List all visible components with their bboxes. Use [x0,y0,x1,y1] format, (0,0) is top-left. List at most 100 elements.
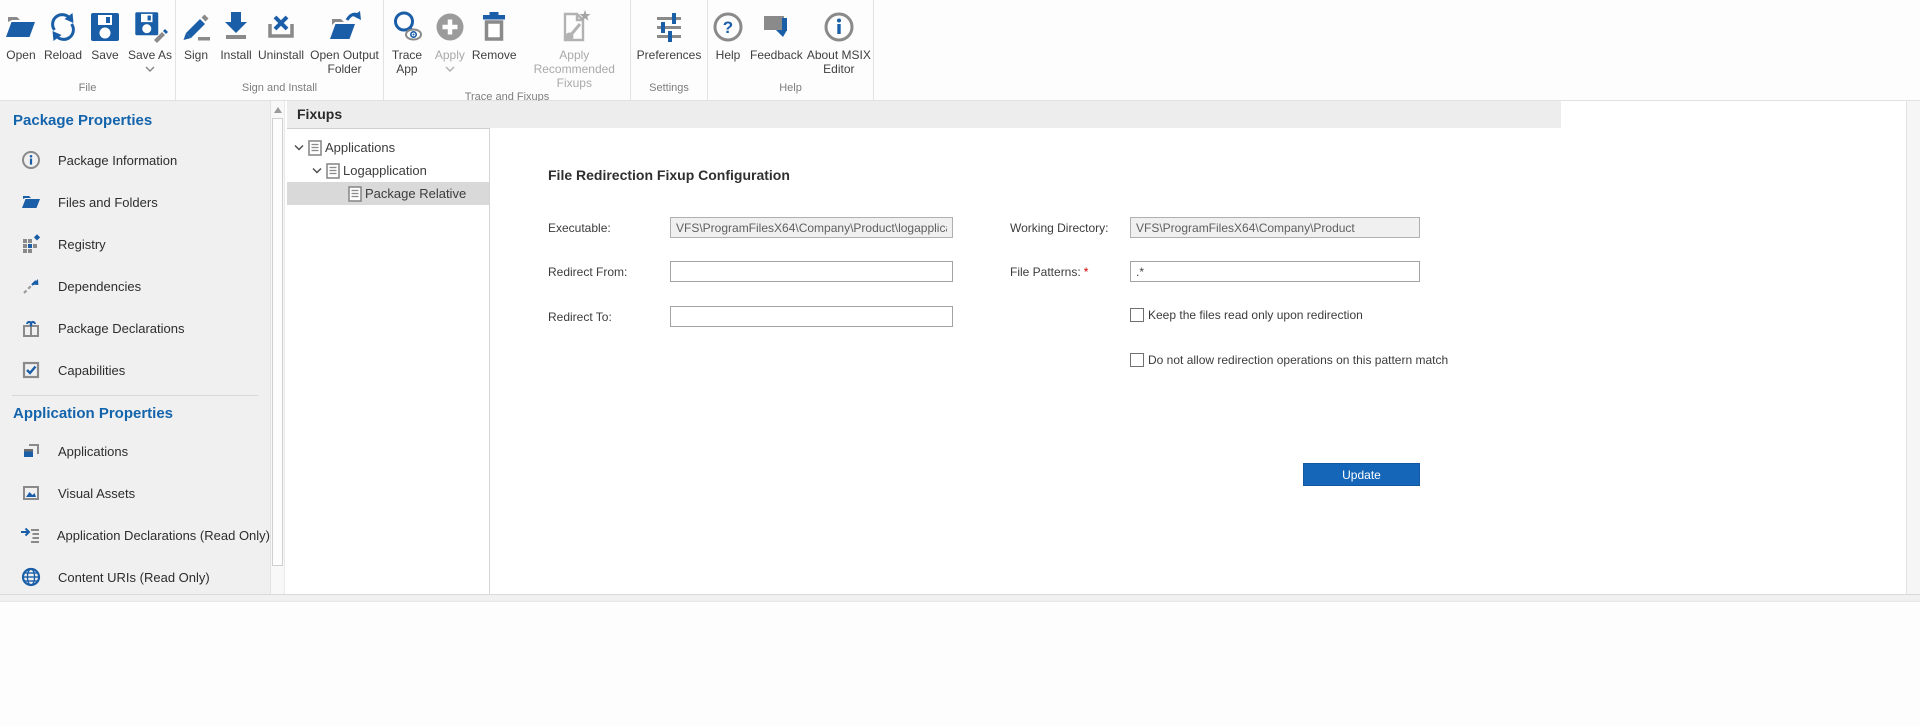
button-label: Reload [44,48,82,62]
sidebar-item-applications[interactable]: Applications [0,430,270,472]
sidebar-item-registry[interactable]: Registry [0,223,270,265]
file-patterns-input[interactable] [1130,261,1420,282]
sidebar-item-capabilities[interactable]: Capabilities [0,349,270,391]
button-label: Save [91,48,118,62]
remove-trash-icon [476,6,512,48]
tree-node-package-relative[interactable]: Package Relative [287,182,489,205]
ribbon-group-label: Sign and Install [176,82,383,100]
sidebar-item-label: Package Declarations [58,321,184,336]
sidebar-section-header: Application Properties [0,396,270,430]
sidebar-item-label: Applications [58,444,128,459]
about-msix-editor-button[interactable]: About MSIX Editor [805,5,873,77]
main-vertical-scrollbar[interactable] [1906,101,1920,594]
sign-pencil-icon [178,6,214,48]
ribbon-group-help: ? Help Feedback About MSIX Editor [708,0,874,100]
uninstall-button[interactable]: Uninstall [256,5,306,63]
trace-app-button[interactable]: Trace App [384,5,430,77]
empty-area-below-window [0,602,1920,727]
sign-button[interactable]: Sign [176,5,216,63]
button-label: Uninstall [258,48,304,62]
keep-read-only-checkbox[interactable]: Keep the files read only upon redirectio… [1130,308,1363,322]
remove-button[interactable]: Remove [470,5,519,63]
executable-label: Executable: [548,221,611,235]
save-button[interactable]: Save [85,5,125,63]
sidebar-item-package-information[interactable]: Package Information [0,139,270,181]
working-directory-label: Working Directory: [1010,221,1108,235]
document-node-icon [308,140,325,156]
form-title: File Redirection Fixup Configuration [548,167,790,183]
sidebar-item-dependencies[interactable]: Dependencies [0,265,270,307]
document-node-icon [326,163,343,179]
sidebar-item-visual-assets[interactable]: Visual Assets [0,472,270,514]
package-information-icon [20,149,42,171]
help-icon: ? [710,6,746,48]
no-redirect-operations-checkbox[interactable]: Do not allow redirection operations on t… [1130,353,1448,367]
recommended-fixups-icon [556,6,592,48]
install-button[interactable]: Install [216,5,256,63]
checkbox-label: Do not allow redirection operations on t… [1148,353,1448,367]
button-label: Apply Recommended Fixups [521,48,628,90]
sidebar-scrollbar[interactable] [270,101,285,594]
open-button[interactable]: Open [1,5,41,63]
visual-assets-icon [20,482,42,504]
chevron-down-icon[interactable] [294,144,308,151]
open-output-folder-button[interactable]: Open Output Folder [306,5,383,77]
registry-icon [20,233,42,255]
app-window: Open Reload Save [0,0,1920,727]
fixups-panel-header: Fixups [287,101,1561,128]
button-label: About MSIX Editor [807,48,871,76]
tree-node-logapplication[interactable]: Logapplication [287,159,489,182]
save-as-button[interactable]: Save As [126,5,174,73]
sidebar-item-files-and-folders[interactable]: Files and Folders [0,181,270,223]
sidebar-item-label: Visual Assets [58,486,135,501]
fixups-tree: Applications Logapplication Package Rela… [287,128,490,594]
preferences-sliders-icon [651,6,687,48]
tree-node-label: Logapplication [343,163,427,178]
sidebar-item-application-declarations[interactable]: Application Declarations (Read Only) [0,514,270,556]
content-uris-icon [20,566,42,588]
ribbon-group-label: Help [708,82,873,100]
ribbon-group-label: Settings [631,82,707,100]
apply-button[interactable]: Apply [430,5,470,73]
button-label: Help [716,48,741,62]
button-label: Sign [184,48,208,62]
working-directory-input[interactable] [1130,217,1420,238]
apply-recommended-fixups-button[interactable]: Apply Recommended Fixups [519,5,630,91]
chevron-down-icon[interactable] [312,167,326,174]
sidebar-item-label: Application Declarations (Read Only) [57,528,270,543]
redirect-to-input[interactable] [670,306,953,327]
sidebar-item-label: Dependencies [58,279,141,294]
button-label: Open [6,48,35,62]
bottom-horizontal-scrollbar[interactable] [0,594,1920,602]
button-label: Apply [435,48,465,62]
sidebar-scrollbar-thumb[interactable] [272,118,283,566]
svg-text:?: ? [723,18,733,37]
reload-button[interactable]: Reload [42,5,84,63]
checkbox-box[interactable] [1130,308,1144,322]
tree-node-applications[interactable]: Applications [287,136,489,159]
redirect-from-input[interactable] [670,261,953,282]
files-folders-icon [20,191,42,213]
update-button[interactable]: Update [1303,463,1420,486]
sidebar: Package Properties Package Information F… [0,101,270,594]
sidebar-item-label: Content URIs (Read Only) [58,570,210,585]
feedback-button[interactable]: Feedback [748,5,805,63]
required-asterisk: * [1084,265,1089,279]
sidebar-item-label: Package Information [58,153,177,168]
open-output-folder-icon [327,6,363,48]
ribbon-group-label: File [0,82,175,100]
tree-node-label: Package Relative [365,186,466,201]
save-as-icon [132,6,168,48]
scroll-up-icon[interactable] [274,107,282,113]
file-patterns-label: File Patterns:* [1010,265,1088,279]
preferences-button[interactable]: Preferences [635,5,704,63]
install-arrow-icon [218,6,254,48]
applications-icon [20,440,42,462]
sidebar-item-package-declarations[interactable]: Package Declarations [0,307,270,349]
sidebar-item-content-uris[interactable]: Content URIs (Read Only) [0,556,270,594]
panel-title: Fixups [287,101,1561,128]
executable-input[interactable] [670,217,953,238]
help-button[interactable]: ? Help [708,5,748,63]
open-folder-icon [3,6,39,48]
checkbox-box[interactable] [1130,353,1144,367]
